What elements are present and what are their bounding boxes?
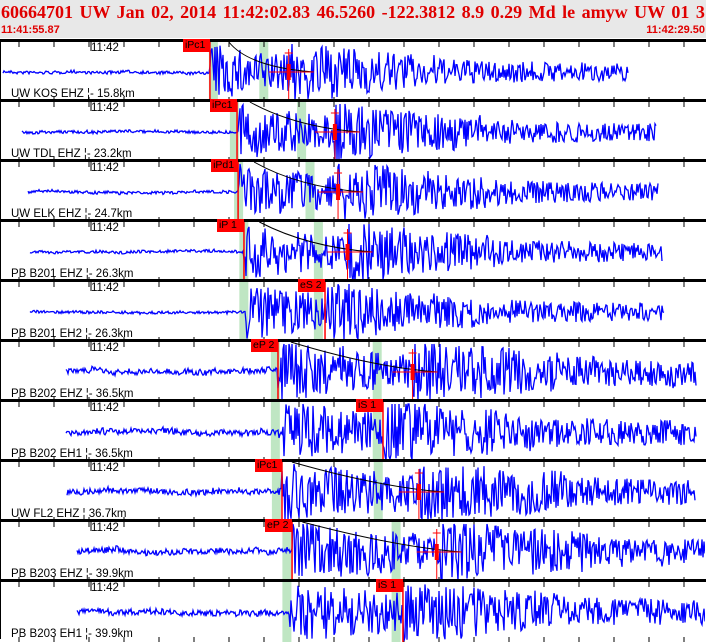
- trace-panel[interactable]: eP 2 11:42 PB B202 EHZ ¦- 36.5km: [0, 339, 706, 402]
- time-label: 11:42: [91, 162, 119, 174]
- pick-label[interactable]: eP 2: [250, 339, 278, 352]
- time-label: 11:42: [91, 222, 119, 234]
- time-label: 11:42: [91, 342, 119, 354]
- trace-panel[interactable]: eP 2 11:42 PB B203 EHZ ¦- 39.9km: [0, 519, 706, 582]
- time-label: 11:42: [91, 522, 119, 534]
- pick-label[interactable]: iPc1: [182, 39, 210, 52]
- amp-box: [410, 364, 415, 380]
- trace-panel[interactable]: iS 1 11:42 PB B202 EH1 ¦- 36.5km: [0, 399, 706, 462]
- trace-panel[interactable]: iP 1 11:42 PB B201 EHZ ¦- 26.3km: [0, 219, 706, 282]
- trace-panel[interactable]: eS 2 11:42 PB B201 EH2 ¦- 26.3km: [0, 279, 706, 342]
- amp-box: [434, 544, 439, 560]
- trace-panel[interactable]: iPc1 11:42 UW KOS EHZ ¦- 15.8km: [0, 39, 706, 102]
- amp-box: [416, 484, 421, 500]
- station-label: PB B203 EH1 ¦- 39.9km: [11, 628, 133, 640]
- end-time: 11:42:29.50: [646, 24, 705, 36]
- pick-label[interactable]: iPd1: [211, 159, 239, 172]
- waveform: [76, 523, 705, 582]
- pick-label[interactable]: eS 2: [298, 279, 326, 292]
- pick-label[interactable]: iPc1: [254, 459, 282, 472]
- time-label: 11:42: [91, 462, 119, 474]
- pick-label[interactable]: iPc1: [210, 99, 238, 112]
- trace-panel[interactable]: iPc1 11:42 UW TDL EHZ ¦- 23.2km: [0, 99, 706, 162]
- start-time: 11:41:55.87: [1, 24, 60, 36]
- trace-panel[interactable]: iPd1 11:42 UW ELK EHZ ¦- 24.7km: [0, 159, 706, 222]
- trace-panel[interactable]: iPc1 11:42 UW FL2 EHZ ¦ 36.7km: [0, 459, 706, 522]
- pick-label[interactable]: iS 1: [375, 579, 403, 592]
- time-label: 11:42: [91, 42, 119, 54]
- pick-label[interactable]: eP 2: [265, 519, 293, 532]
- pick-label[interactable]: iS 1: [355, 399, 383, 412]
- trace-panel[interactable]: iS 1 11:42 PB B203 EH1 ¦- 39.9km: [0, 579, 706, 642]
- event-header: 60664701 UW Jan 02, 2014 11:42:02.83 46.…: [0, 0, 706, 38]
- waveform: [76, 584, 705, 642]
- time-label: 11:42: [91, 582, 119, 594]
- amp-box: [332, 124, 337, 140]
- time-label: 11:42: [91, 402, 119, 414]
- time-label: 11:42: [91, 102, 119, 114]
- pick-label[interactable]: iP 1: [216, 219, 244, 232]
- amp-box: [345, 244, 350, 260]
- time-label: 11:42: [91, 282, 119, 294]
- amp-box: [286, 64, 291, 80]
- amp-box: [336, 184, 341, 200]
- event-title: 60664701 UW Jan 02, 2014 11:42:02.83 46.…: [1, 2, 705, 22]
